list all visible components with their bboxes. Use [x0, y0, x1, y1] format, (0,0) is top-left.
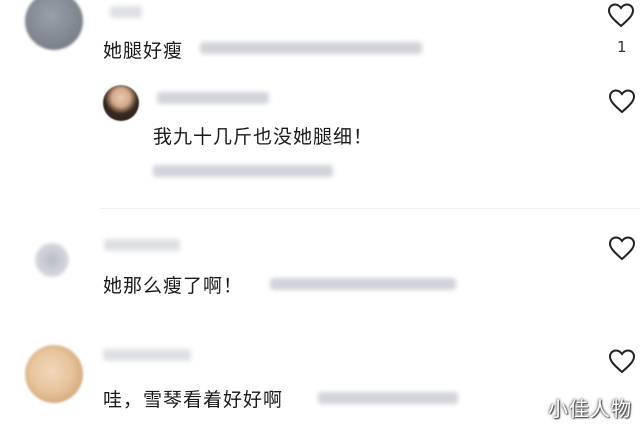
comment-text: 她那么瘦了啊！: [103, 275, 244, 297]
avatar[interactable]: [25, 0, 83, 50]
comment-2-reply: 我九十几斤也没她腿细！: [0, 80, 640, 200]
username-blurred: [157, 92, 269, 104]
comment-text: 我九十几斤也没她腿细！: [153, 126, 374, 148]
username-blurred: [104, 239, 180, 251]
divider: [100, 208, 640, 209]
comment-text: 哇，雪琴看着好好啊: [103, 389, 284, 411]
comment-text: 她腿好瘦: [103, 40, 184, 62]
like-count: 1: [617, 38, 627, 56]
comment-meta-blurred: [270, 278, 456, 290]
avatar[interactable]: [35, 243, 69, 277]
comment-1: 她腿好瘦 1: [0, 0, 640, 80]
username-blurred: [103, 349, 191, 361]
like-heart-icon[interactable]: [607, 2, 635, 28]
avatar[interactable]: [103, 85, 139, 121]
like-heart-icon[interactable]: [608, 88, 636, 114]
comment-3: 她那么瘦了啊！: [0, 225, 640, 325]
comment-meta-blurred: [200, 42, 422, 54]
like-heart-icon[interactable]: [608, 348, 636, 374]
watermark: 小佳人物: [548, 397, 632, 421]
username-blurred: [110, 6, 142, 18]
comment-4: 哇，雪琴看着好好啊: [0, 335, 640, 426]
comment-meta-blurred: [153, 165, 333, 177]
avatar[interactable]: [25, 345, 83, 403]
like-heart-icon[interactable]: [608, 235, 636, 261]
comment-meta-blurred: [318, 392, 458, 404]
